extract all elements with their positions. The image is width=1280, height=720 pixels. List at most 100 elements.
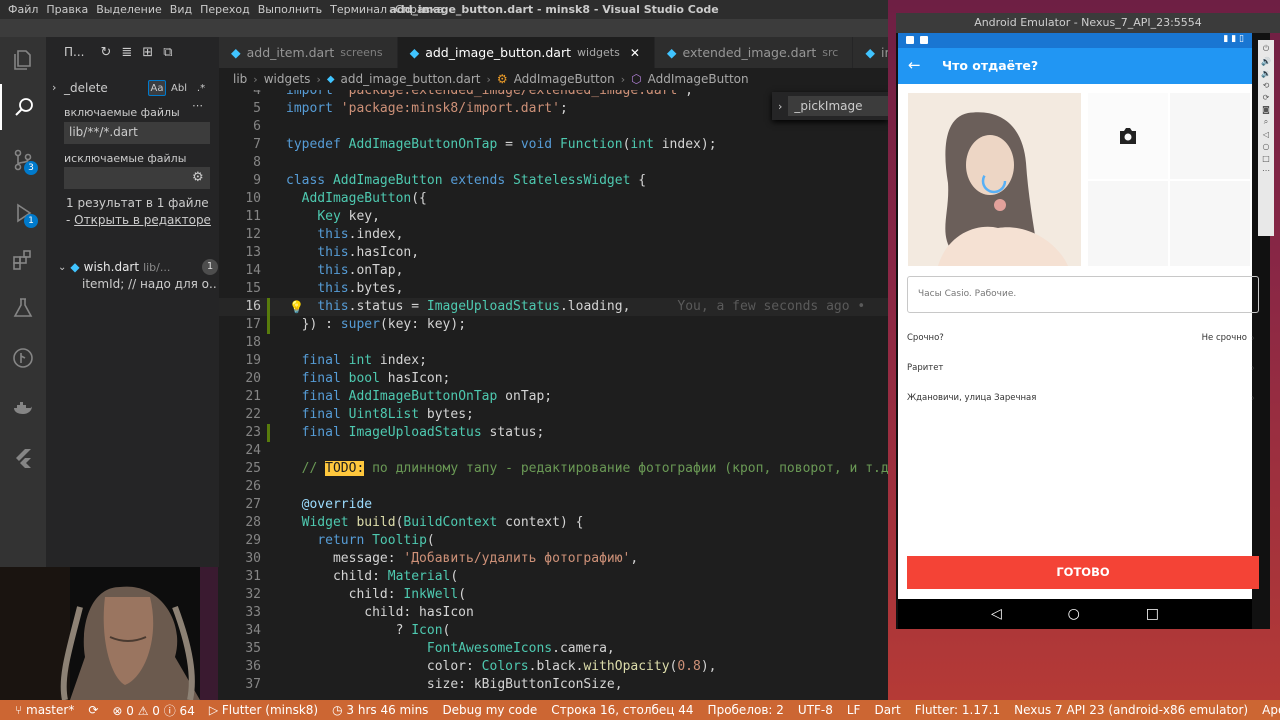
result-file-row[interactable]: ⌄ ◆ wish.dart lib/... 1: [58, 257, 218, 277]
tab-add-image-button[interactable]: ◆ add_image_button.dart widgets ✕: [397, 37, 655, 68]
flutter-item[interactable]: ▷ Flutter (minsk8): [202, 703, 325, 717]
source-control-button[interactable]: 3: [0, 137, 46, 183]
code-line: final Uint8List bytes;: [301, 407, 474, 422]
more-icon[interactable]: ⋯: [1262, 166, 1270, 175]
time-item[interactable]: ◷ 3 hrs 46 mins: [325, 703, 435, 717]
apollo-item[interactable]: Apollo ➶: [1255, 703, 1280, 717]
settings-gear-icon[interactable]: ⚙: [192, 170, 204, 185]
git-modified-marker: [267, 298, 270, 316]
breadcrumb-class[interactable]: AddImageButton: [514, 72, 615, 86]
flutter-version[interactable]: Flutter: 1.17.1: [908, 703, 1007, 717]
overview-icon[interactable]: □: [1262, 154, 1270, 163]
device-selector[interactable]: Nexus 7 API 23 (android-x86 emulator): [1007, 703, 1255, 717]
back-icon[interactable]: ◁: [1263, 130, 1269, 139]
rotate-right-icon[interactable]: ⟳: [1263, 93, 1270, 102]
add-photo-button[interactable]: [1088, 93, 1168, 179]
time-label: 3 hrs 46 mins: [346, 703, 429, 717]
back-arrow-icon[interactable]: ←: [908, 56, 921, 74]
docker-button[interactable]: [0, 385, 46, 431]
language-mode[interactable]: Dart: [867, 703, 907, 717]
refresh-icon[interactable]: ↻: [100, 45, 111, 60]
toggle-replace-icon[interactable]: ›: [778, 100, 782, 113]
location-option[interactable]: Ждановичи, улица Заречная ›: [907, 387, 1259, 409]
new-search-editor-icon[interactable]: ⊞: [142, 45, 153, 60]
exclude-input[interactable]: [64, 167, 210, 189]
play-icon: ▷: [208, 703, 222, 717]
breadcrumb-file[interactable]: add_image_button.dart: [341, 72, 481, 86]
collapse-all-icon[interactable]: ⧉: [163, 45, 172, 60]
sync-icon[interactable]: ⟳: [81, 703, 105, 717]
line-number: 6: [253, 119, 261, 134]
tab-description: widgets: [577, 46, 620, 59]
search-button[interactable]: [0, 84, 46, 130]
clear-results-icon[interactable]: ≣: [121, 45, 132, 60]
match-word-toggle[interactable]: Abl: [170, 80, 188, 96]
testing-button[interactable]: [0, 285, 46, 331]
power-icon[interactable]: ⏻: [1263, 44, 1269, 54]
indentation[interactable]: Пробелов: 2: [701, 703, 791, 717]
nav-back-icon[interactable]: ◁: [991, 606, 1002, 622]
find-input[interactable]: _pickImage: [788, 96, 888, 116]
line-number: 12: [245, 227, 261, 242]
flask-icon: [13, 298, 33, 317]
tab-add-item[interactable]: ◆ add_item.dart screens: [219, 37, 398, 68]
search-input[interactable]: _delete: [64, 81, 144, 95]
code-line: child: Material(: [286, 569, 459, 584]
code-editor[interactable]: 4 import 'package:extended_image/extended…: [219, 90, 888, 700]
include-input[interactable]: lib/**/*.dart: [64, 122, 210, 144]
debug-mode-item[interactable]: Debug my code: [435, 703, 544, 717]
rarity-option[interactable]: Раритет ›: [907, 357, 1259, 379]
cursor-position[interactable]: Строка 16, столбец 44: [544, 703, 700, 717]
line-number: 10: [245, 191, 261, 206]
home-icon[interactable]: ○: [1263, 142, 1270, 151]
dart-file-icon: ◆: [326, 73, 335, 85]
end-of-line[interactable]: LF: [840, 703, 868, 717]
description-input[interactable]: Часы Casio. Рабочие.: [907, 276, 1259, 313]
volume-down-icon[interactable]: 🔉: [1261, 69, 1271, 78]
close-tab-icon[interactable]: ✕: [630, 46, 640, 60]
done-button[interactable]: ГОТОВО: [907, 556, 1259, 589]
nav-home-icon[interactable]: ○: [1068, 606, 1080, 622]
code-line: return Tooltip(: [317, 533, 435, 548]
urgency-option[interactable]: Срочно? Не срочно ›: [907, 327, 1259, 349]
nav-recents-icon[interactable]: □: [1146, 606, 1159, 622]
chevron-right-icon: ›: [1251, 332, 1255, 344]
volume-up-icon[interactable]: 🔊: [1261, 57, 1271, 66]
rotate-left-icon[interactable]: ⟲: [1263, 81, 1270, 90]
line-number: 28: [245, 515, 261, 530]
git-branch-item[interactable]: ⑂ master*: [8, 703, 81, 717]
more-options-icon[interactable]: ⋯: [192, 99, 203, 112]
line-number: 35: [245, 641, 261, 656]
dart-file-icon: ◆: [666, 45, 677, 60]
photo-slot[interactable]: [1170, 93, 1250, 179]
photo-slot[interactable]: [1170, 181, 1250, 266]
dart-file-icon: ◆: [231, 45, 241, 60]
code-line: Widget build(BuildContext context) {: [301, 515, 584, 530]
git-graph-button[interactable]: [0, 335, 46, 381]
flutter-button[interactable]: [0, 435, 46, 481]
tab-extended-image[interactable]: ◆ extended_image.dart src: [654, 37, 854, 68]
tab-ima[interactable]: ◆ ima: [853, 37, 888, 68]
extensions-button[interactable]: [0, 237, 46, 283]
open-in-editor-link[interactable]: Открыть в редакторе: [74, 213, 211, 227]
run-debug-button[interactable]: 1: [0, 190, 46, 236]
breadcrumb-lib[interactable]: lib: [233, 72, 247, 86]
breadcrumb-constructor[interactable]: AddImageButton: [648, 72, 749, 86]
problems-item[interactable]: ⊗ 0 ⚠ 0 ⓘ 64: [105, 702, 201, 719]
explorer-button[interactable]: [0, 37, 46, 83]
encoding[interactable]: UTF-8: [791, 703, 840, 717]
breadcrumb-widgets[interactable]: widgets: [264, 72, 311, 86]
photo-slot[interactable]: [1088, 181, 1168, 266]
result-match-row[interactable]: itemId; // надо для о...: [82, 277, 216, 297]
presenter-video-image: [0, 567, 218, 700]
regex-toggle[interactable]: .*: [192, 80, 210, 96]
uploaded-photo[interactable]: [908, 93, 1081, 266]
find-widget: › _pickImage: [772, 92, 888, 120]
line-number: 34: [245, 623, 261, 638]
results-summary: 1 результат в 1 файле - Открыть в редакт…: [66, 195, 214, 229]
match-case-toggle[interactable]: Aa: [148, 80, 166, 96]
screenshot-icon[interactable]: ◙: [1262, 105, 1270, 114]
zoom-icon[interactable]: ⌕: [1264, 117, 1268, 127]
toggle-replace-icon[interactable]: ›: [52, 81, 56, 94]
line-number: 11: [245, 209, 261, 224]
